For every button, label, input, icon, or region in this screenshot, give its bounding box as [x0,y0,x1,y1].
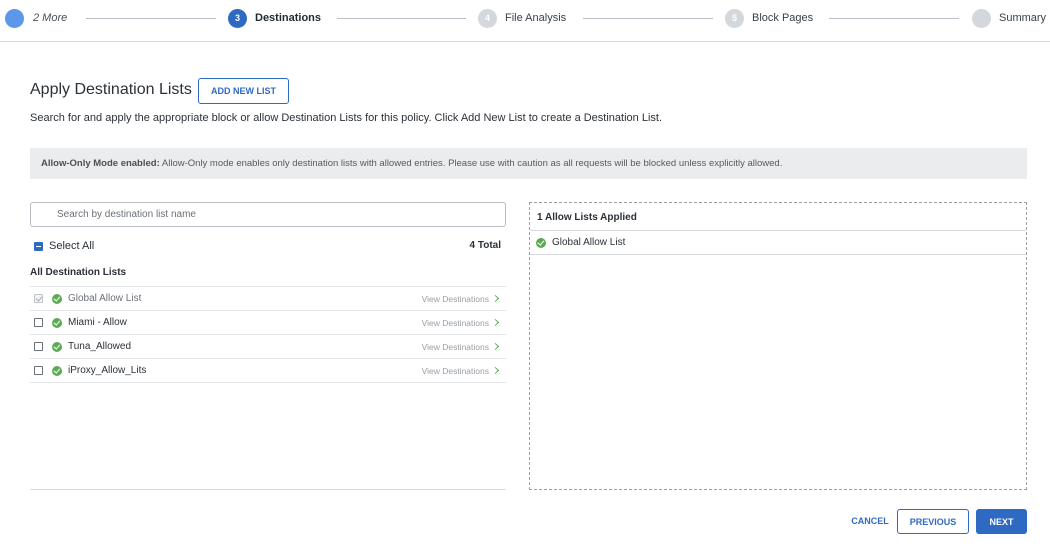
previous-button[interactable]: PREVIOUS [897,509,969,534]
row-checkbox[interactable] [34,318,43,327]
add-new-list-button[interactable]: ADD NEW LIST [198,78,289,104]
list-item: Global Allow List View Destinations [30,287,506,311]
view-destinations-link[interactable]: View Destinations [421,365,500,376]
step-block-pages[interactable]: 5 Block Pages [725,8,813,28]
step-summary[interactable]: Summary [972,8,1046,28]
page-description: Search for and apply the appropriate blo… [30,112,663,124]
applied-list-item: Global Allow List [530,231,1026,255]
destination-list-search-input[interactable] [30,202,506,227]
check-circle-icon [52,293,62,304]
list-item-name: Miami - Allow [68,317,127,328]
view-destinations-label: View Destinations [421,341,489,352]
view-destinations-link[interactable]: View Destinations [421,317,500,328]
page-title: Apply Destination Lists [30,81,192,98]
list-item-name: Global Allow List [68,293,142,304]
step-label-file-analysis: File Analysis [505,12,567,24]
all-destination-lists-title: All Destination Lists [30,267,127,278]
list-item: iProxy_Allow_Lits View Destinations [30,359,506,383]
step-circle-more [5,8,24,28]
applied-lists-header: 1 Allow Lists Applied [530,203,1026,231]
step-connector [829,18,959,19]
check-circle-icon [52,317,62,328]
divider [30,489,506,490]
step-circle-block-pages: 5 [725,8,744,28]
cancel-button[interactable]: CANCEL [845,509,895,533]
wizard-stepper: 2 More 3 Destinations 4 File Analysis 5 … [0,0,1050,42]
step-circle-destinations: 3 [228,8,247,28]
banner-text: Allow-Only mode enables only destination… [159,158,783,169]
step-label-more: 2 More [33,12,68,24]
check-circle-icon [52,365,62,376]
chevron-right-icon [491,366,500,375]
step-circle-file-analysis: 4 [478,8,497,28]
applied-list-name: Global Allow List [552,237,626,248]
view-destinations-link[interactable]: View Destinations [421,293,500,304]
step-connector [583,18,713,19]
select-all-checkbox[interactable]: Select All [34,240,94,252]
banner-bold-text: Allow-Only Mode enabled: [41,158,160,169]
check-circle-icon [536,237,546,248]
step-label-block-pages: Block Pages [752,12,814,24]
list-item: Miami - Allow View Destinations [30,311,506,335]
list-item-name: Tuna_Allowed [68,341,132,352]
view-destinations-label: View Destinations [421,365,489,376]
indeterminate-checkbox-icon[interactable] [34,241,43,251]
step-connector [86,18,216,19]
total-count: 4 Total [469,240,501,251]
row-checkbox [34,294,43,303]
step-circle-summary [972,8,991,28]
step-more[interactable]: 2 More [5,8,67,28]
row-checkbox[interactable] [34,342,43,351]
search-icon [39,209,50,220]
chevron-right-icon [491,294,500,303]
list-item: Tuna_Allowed View Destinations [30,335,506,359]
step-label-destinations: Destinations [255,12,322,24]
step-label-summary: Summary [999,12,1047,24]
view-destinations-label: View Destinations [421,317,489,328]
step-file-analysis[interactable]: 4 File Analysis [478,8,566,28]
allow-only-mode-banner: Allow-Only Mode enabled: Allow-Only mode… [30,148,1027,179]
chevron-right-icon [491,318,500,327]
next-button[interactable]: NEXT [976,509,1027,534]
step-destinations[interactable]: 3 Destinations [228,8,321,28]
applied-lists-panel: 1 Allow Lists Applied Global Allow List [529,202,1027,490]
select-all-label: Select All [49,240,95,252]
view-destinations-link[interactable]: View Destinations [421,341,500,352]
step-connector [337,18,466,19]
check-circle-icon [52,341,62,352]
row-checkbox[interactable] [34,366,43,375]
view-destinations-label: View Destinations [421,293,489,304]
chevron-right-icon [491,342,500,351]
list-item-name: iProxy_Allow_Lits [68,365,147,376]
destination-list-table: Global Allow List View Destinations Miam… [30,286,506,383]
